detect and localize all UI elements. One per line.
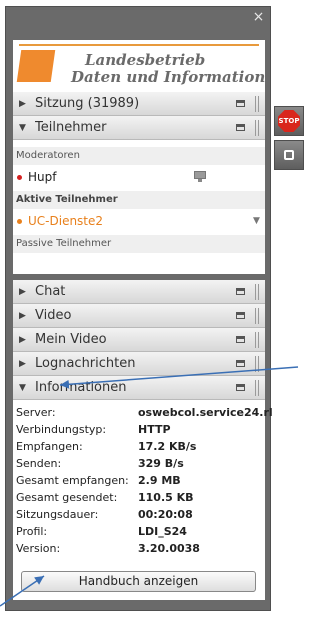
annotation-arrow (59, 366, 299, 389)
annotation-arrow (0, 575, 45, 607)
annotation-arrows (0, 366, 299, 607)
